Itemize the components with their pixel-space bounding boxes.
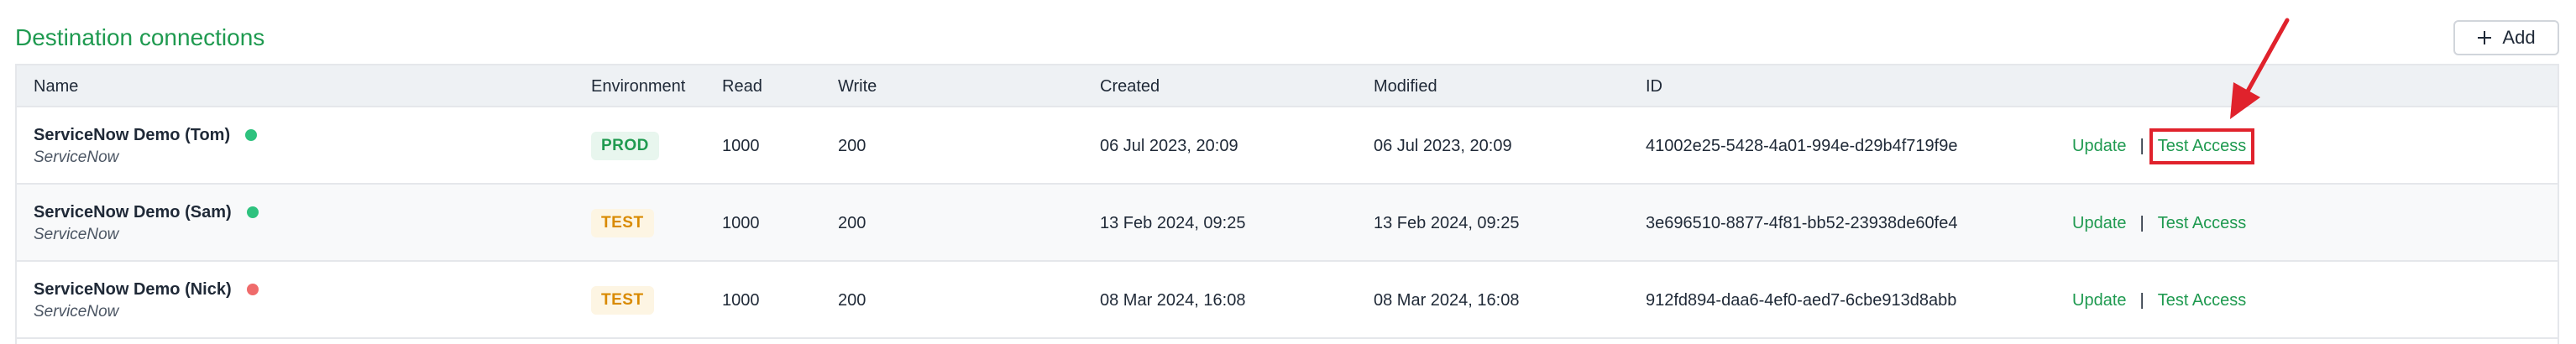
- environment-cell: TEST: [591, 185, 654, 262]
- page: Destination connections Add Name Environ…: [0, 0, 2576, 344]
- write-cell: 200: [838, 213, 867, 232]
- column-header-write[interactable]: Write: [838, 65, 877, 107]
- id-cell: 41002e25-5428-4a01-994e-d29b4f719f9e: [1646, 136, 1958, 155]
- update-link[interactable]: Update: [2072, 214, 2127, 233]
- table-row[interactable]: ServiceNow Demo (Sam) ServiceNow TEST 1000 2…: [17, 185, 2558, 262]
- test-access-link[interactable]: Test Access: [2158, 214, 2247, 233]
- update-link[interactable]: Update: [2072, 137, 2127, 156]
- column-header-created[interactable]: Created: [1100, 65, 1160, 107]
- connection-name-line: ServiceNow Demo (Tom): [34, 125, 258, 145]
- read-cell: 1000: [722, 136, 760, 155]
- modified-cell: 08 Mar 2024, 16:08: [1374, 290, 1520, 310]
- plus-icon: [2478, 31, 2492, 44]
- connection-name: ServiceNow Demo (Sam): [34, 202, 232, 222]
- update-link[interactable]: Update: [2072, 291, 2127, 310]
- page-title: Destination connections: [15, 24, 265, 50]
- add-button[interactable]: Add: [2453, 20, 2559, 55]
- modified-cell: 06 Jul 2023, 20:09: [1374, 136, 1512, 155]
- status-dot-icon: [246, 284, 259, 295]
- action-separator: |: [2139, 136, 2144, 155]
- test-access-link[interactable]: Test Access: [2158, 137, 2247, 156]
- created-cell: 13 Feb 2024, 09:25: [1100, 213, 1246, 232]
- test-access-link[interactable]: Test Access: [2158, 291, 2247, 310]
- created-cell: 06 Jul 2023, 20:09: [1100, 136, 1238, 155]
- actions-cell: Update | Test Access: [2072, 185, 2246, 262]
- actions-cell: Update | Test Access: [2072, 262, 2246, 339]
- connection-name-cell: ServiceNow Demo (Tom) ServiceNow: [34, 107, 258, 185]
- write-cell: 200: [838, 136, 867, 155]
- environment-cell: PROD: [591, 107, 659, 185]
- status-dot-icon: [246, 206, 259, 218]
- header: Destination connections Add: [15, 18, 2559, 57]
- table-row[interactable]: ServiceNow Demo (Nick) ServiceNow TEST 1000…: [17, 262, 2558, 339]
- connection-type: ServiceNow: [34, 302, 119, 321]
- environment-cell: TEST: [591, 262, 654, 339]
- id-cell: 912fd894-daa6-4ef0-aed7-6cbe913d8abb: [1646, 290, 1957, 310]
- column-header-id[interactable]: ID: [1646, 65, 1662, 107]
- connection-name-cell: ServiceNow Demo (Nick) ServiceNow: [34, 262, 259, 339]
- environment-badge: TEST: [591, 286, 654, 315]
- status-dot-icon: [245, 129, 258, 141]
- red-arrow-icon: [2230, 18, 2290, 119]
- connection-name-line: ServiceNow Demo (Nick): [34, 280, 259, 300]
- table-header: Name Environment Read Write Created Modi…: [17, 65, 2558, 107]
- created-cell: 08 Mar 2024, 16:08: [1100, 290, 1246, 310]
- connections-table: Name Environment Read Write Created Modi…: [15, 64, 2559, 344]
- column-header-modified[interactable]: Modified: [1374, 65, 1437, 107]
- table-row[interactable]: ServiceNow Demo (Tom) ServiceNow PROD 1000 2…: [17, 107, 2558, 185]
- write-cell: 200: [838, 290, 867, 310]
- environment-badge: PROD: [591, 132, 659, 160]
- connection-type: ServiceNow: [34, 225, 119, 243]
- action-separator: |: [2139, 290, 2144, 310]
- action-separator: |: [2139, 213, 2144, 232]
- environment-badge: TEST: [591, 209, 654, 237]
- connection-type: ServiceNow: [34, 148, 119, 166]
- read-cell: 1000: [722, 213, 760, 232]
- connection-name: ServiceNow Demo (Tom): [34, 125, 231, 144]
- connection-name: ServiceNow Demo (Nick): [34, 279, 232, 299]
- column-header-environment[interactable]: Environment: [591, 65, 685, 107]
- read-cell: 1000: [722, 290, 760, 310]
- modified-cell: 13 Feb 2024, 09:25: [1374, 213, 1520, 232]
- id-cell: 3e696510-8877-4f81-bb52-23938de60fe4: [1646, 213, 1958, 232]
- connection-name-cell: ServiceNow Demo (Sam) ServiceNow: [34, 185, 259, 262]
- column-header-read[interactable]: Read: [722, 65, 762, 107]
- column-header-name[interactable]: Name: [34, 65, 78, 107]
- add-button-label: Add: [2502, 27, 2536, 48]
- connection-name-line: ServiceNow Demo (Sam): [34, 203, 259, 222]
